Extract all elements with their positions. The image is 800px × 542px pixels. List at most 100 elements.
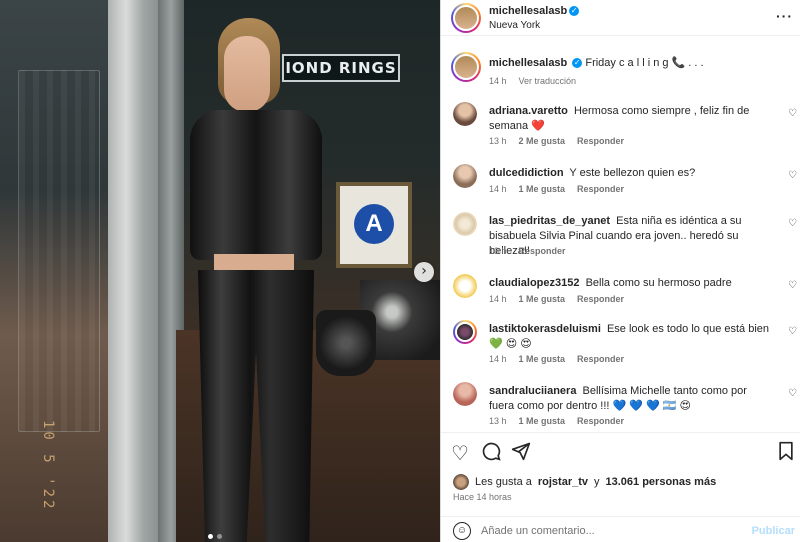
comment-likes[interactable]: 1 Me gusta bbox=[519, 354, 566, 364]
comment-text-block: sandraluciianera Bellísima Michelle tant… bbox=[489, 384, 771, 414]
carousel-dots bbox=[208, 534, 222, 539]
caption-text-block: michellesalasb ✓ Friday c a l l i n g 📞 .… bbox=[489, 56, 779, 71]
carousel-dot bbox=[217, 534, 222, 539]
commenter-username[interactable]: lastiktokerasdeluismi bbox=[489, 323, 601, 335]
comment-meta: 14 h 1 Me gusta Responder bbox=[489, 354, 624, 364]
heart-icon[interactable]: ♡ bbox=[451, 441, 469, 465]
paper-plane-svg bbox=[511, 442, 531, 461]
comment-time: 13 h bbox=[489, 246, 507, 256]
commenter-username[interactable]: claudialopez3152 bbox=[489, 277, 580, 289]
comment-icon[interactable] bbox=[481, 441, 501, 466]
post-action-bar: ♡ bbox=[441, 432, 800, 472]
comment-like-heart-icon[interactable]: ♡ bbox=[788, 170, 797, 181]
comment-time: 14 h bbox=[489, 184, 507, 194]
reply-button[interactable]: Responder bbox=[577, 416, 624, 426]
handbag bbox=[316, 310, 376, 376]
comment-time: 14 h bbox=[489, 354, 507, 364]
verified-badge-icon: ✓ bbox=[572, 58, 583, 69]
comment-item: las_piedritas_de_yanet Esta niña es idén… bbox=[441, 212, 800, 260]
model-face bbox=[224, 36, 270, 112]
likes-summary: Les gusta a rojstar_tv y 13.061 personas… bbox=[453, 474, 716, 490]
comment-text-block: claudialopez3152 Bella como su hermoso p… bbox=[489, 276, 771, 291]
reply-button[interactable]: Responder bbox=[577, 294, 624, 304]
author-avatar[interactable] bbox=[451, 3, 481, 33]
commenter-username[interactable]: sandraluciianera bbox=[489, 385, 576, 397]
commenter-avatar[interactable] bbox=[453, 320, 477, 344]
post-side-panel: michellesalasb ✓ Nueva York ··· michelles… bbox=[440, 0, 800, 542]
reply-button[interactable]: Responder bbox=[577, 184, 624, 194]
comment-item: sandraluciianera Bellísima Michelle tant… bbox=[441, 382, 800, 430]
comment-text: Bella como su hermoso padre bbox=[585, 277, 732, 289]
caption-time: 14 h bbox=[489, 76, 507, 86]
caption-author-avatar[interactable] bbox=[451, 52, 481, 82]
translate-link[interactable]: Ver traducción bbox=[519, 76, 577, 86]
leather-jacket bbox=[190, 110, 322, 260]
comment-meta: 13 h 2 Me gusta Responder bbox=[489, 136, 624, 146]
comment-time: 14 h bbox=[489, 294, 507, 304]
author-username[interactable]: michellesalasb ✓ bbox=[489, 5, 580, 17]
commenter-avatar[interactable] bbox=[453, 212, 477, 236]
comment-like-heart-icon[interactable]: ♡ bbox=[788, 326, 797, 337]
bookmark-icon[interactable] bbox=[777, 441, 795, 466]
shop-window-left bbox=[0, 0, 112, 542]
comment-meta: 13 h Responder bbox=[489, 246, 566, 256]
emoji-icon[interactable]: ☺ bbox=[453, 522, 471, 540]
post-location[interactable]: Nueva York bbox=[489, 20, 540, 31]
commenter-username[interactable]: las_piedritas_de_yanet bbox=[489, 215, 610, 227]
commenter-avatar[interactable] bbox=[453, 274, 477, 298]
post-caption: michellesalasb ✓ Friday c a l l i n g 📞 .… bbox=[441, 44, 800, 92]
comment-item: lastiktokerasdeluismi Ese look es todo l… bbox=[441, 320, 800, 368]
comment-like-heart-icon[interactable]: ♡ bbox=[788, 108, 797, 119]
likes-count[interactable]: 13.061 personas más bbox=[606, 476, 717, 488]
photo-date-stamp: 10 5 '22 bbox=[40, 420, 56, 512]
liker-username[interactable]: rojstar_tv bbox=[538, 476, 588, 488]
bookmark-svg bbox=[779, 441, 793, 461]
comment-likes[interactable]: 1 Me gusta bbox=[519, 294, 566, 304]
post-timestamp: Hace 14 horas bbox=[453, 492, 512, 502]
model-figure bbox=[176, 18, 376, 542]
post-header: michellesalasb ✓ Nueva York ··· bbox=[441, 0, 800, 36]
grade-letter: A bbox=[354, 204, 394, 244]
reply-button[interactable]: Responder bbox=[577, 136, 624, 146]
comment-input[interactable] bbox=[481, 521, 721, 541]
comment-likes[interactable]: 2 Me gusta bbox=[519, 136, 566, 146]
commenter-avatar[interactable] bbox=[453, 164, 477, 188]
comment-meta: 14 h 1 Me gusta Responder bbox=[489, 184, 624, 194]
comment-like-heart-icon[interactable]: ♡ bbox=[788, 218, 797, 229]
more-options-icon[interactable]: ··· bbox=[776, 8, 793, 24]
author-username-text[interactable]: michellesalasb bbox=[489, 5, 567, 17]
commenter-username[interactable]: dulcedidiction bbox=[489, 167, 564, 179]
comment-time: 13 h bbox=[489, 136, 507, 146]
share-icon[interactable] bbox=[511, 441, 531, 466]
comment-bubble-svg bbox=[482, 442, 501, 461]
model-waist bbox=[214, 254, 294, 272]
caption-meta: 14 h Ver traducción bbox=[489, 76, 576, 86]
carousel-dot-active bbox=[208, 534, 213, 539]
comment-text: Y este bellezon quien es? bbox=[569, 167, 696, 179]
likes-prefix: Les gusta a bbox=[475, 476, 532, 488]
publish-button[interactable]: Publicar bbox=[752, 525, 795, 537]
comment-time: 13 h bbox=[489, 416, 507, 426]
comment-meta: 13 h 1 Me gusta Responder bbox=[489, 416, 624, 426]
reply-button[interactable]: Responder bbox=[519, 246, 566, 256]
comment-like-heart-icon[interactable]: ♡ bbox=[788, 388, 797, 399]
comment-text-block: lastiktokerasdeluismi Ese look es todo l… bbox=[489, 322, 771, 352]
comment-item: claudialopez3152 Bella como su hermoso p… bbox=[441, 274, 800, 308]
liker-avatar[interactable] bbox=[453, 474, 469, 490]
verified-badge-icon: ✓ bbox=[569, 6, 580, 17]
caption-author-username[interactable]: michellesalasb bbox=[489, 57, 567, 69]
comment-text-block: adriana.varetto Hermosa como siempre , f… bbox=[489, 104, 771, 134]
likes-connector: y bbox=[594, 476, 600, 488]
next-image-button[interactable]: › bbox=[414, 262, 434, 282]
comment-like-heart-icon[interactable]: ♡ bbox=[788, 280, 797, 291]
comment-likes[interactable]: 1 Me gusta bbox=[519, 184, 566, 194]
commenter-username[interactable]: adriana.varetto bbox=[489, 105, 568, 117]
comment-composer: ☺ Publicar bbox=[441, 516, 800, 542]
comment-likes[interactable]: 1 Me gusta bbox=[519, 416, 566, 426]
post-image[interactable]: IOND RINGS A 10 5 '22 › bbox=[0, 0, 440, 542]
commenter-avatar[interactable] bbox=[453, 382, 477, 406]
reply-button[interactable]: Responder bbox=[577, 354, 624, 364]
leather-pants bbox=[198, 270, 314, 542]
comment-text-block: dulcedidiction Y este bellezon quien es? bbox=[489, 166, 771, 181]
commenter-avatar[interactable] bbox=[453, 102, 477, 126]
